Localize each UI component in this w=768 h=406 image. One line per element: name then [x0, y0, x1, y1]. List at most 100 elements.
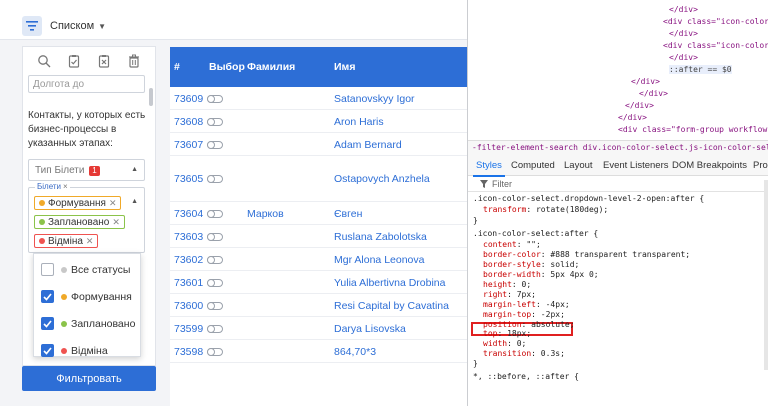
row-name-link[interactable]: Yulia Albertivna Drobina	[334, 277, 446, 289]
row-id-link[interactable]: 73604	[174, 208, 203, 220]
selected-stages-box[interactable]: ▲ Формування ✕ Заплановано ✕ Відміна ✕	[28, 187, 145, 253]
row-id-link[interactable]: 73608	[174, 116, 203, 128]
status-option-formuvannia[interactable]: Формування	[34, 285, 140, 308]
dom-breadcrumb[interactable]: -filter-element-search div.icon-color-se…	[468, 140, 768, 154]
search-icon[interactable]	[37, 54, 51, 68]
row-name-link[interactable]: Євген	[334, 208, 362, 220]
css-line[interactable]: transition: 0.3s;	[483, 349, 565, 358]
dom-node-line[interactable]: ::after == $0	[669, 65, 732, 74]
table-row[interactable]: 73600 Resi Capital by Cavatina	[170, 294, 470, 317]
checkbox-checked[interactable]	[41, 317, 54, 330]
row-name-link[interactable]: Ostapovych Anzhela	[334, 173, 430, 185]
column-header-name[interactable]: Имя	[334, 61, 355, 73]
css-line[interactable]: margin-top: -2px;	[483, 310, 565, 319]
css-line[interactable]: .icon-color-select.dropdown-level-2-open…	[473, 194, 704, 203]
row-name-link[interactable]: Mgr Alona Leonova	[334, 254, 424, 266]
select-toggle[interactable]	[207, 348, 223, 356]
select-toggle[interactable]	[207, 233, 223, 241]
clear-icon[interactable]: ×	[63, 182, 68, 191]
select-toggle[interactable]	[207, 118, 223, 126]
dom-node-line[interactable]: </div>	[631, 77, 660, 86]
checkbox-checked[interactable]	[41, 344, 54, 357]
dom-node-line[interactable]: <div class="icon-color-select	[663, 41, 768, 50]
row-name-link[interactable]: Ruslana Zabolotska	[334, 231, 427, 243]
row-id-link[interactable]: 73600	[174, 300, 203, 312]
dom-node-line[interactable]: </div>	[625, 101, 654, 110]
table-row[interactable]: 73609 Satanovskyy Igor	[170, 87, 470, 110]
row-name-link[interactable]: Aron Haris	[334, 116, 384, 128]
table-row[interactable]: 73602 Mgr Alona Leonova	[170, 248, 470, 271]
tab-layout[interactable]: Layout	[564, 160, 593, 171]
css-declaration-top-highlighted[interactable]: top: 18px;	[483, 329, 531, 338]
row-id-link[interactable]: 73602	[174, 254, 203, 266]
css-line[interactable]: border-color: #888 transparent transpare…	[483, 250, 690, 259]
css-line[interactable]: width: 0;	[483, 339, 526, 348]
row-id-link[interactable]: 73607	[174, 139, 203, 151]
filter-toggle-button[interactable]	[22, 16, 42, 36]
row-id-link[interactable]: 73599	[174, 323, 203, 335]
ticket-type-select[interactable]: Тип Білети 1 ▲	[28, 159, 145, 181]
select-toggle[interactable]	[207, 175, 223, 183]
row-name-link[interactable]: 864,70*3	[334, 346, 376, 358]
tab-dom-breakpoints[interactable]: DOM Breakpoints	[672, 160, 747, 171]
clipboard-remove-icon[interactable]	[97, 54, 111, 68]
dom-node-line[interactable]: </div>	[669, 5, 698, 14]
column-header-id[interactable]: #	[174, 61, 180, 73]
dom-node-line[interactable]: <div class="icon-color-select	[663, 17, 768, 26]
remove-tag-icon[interactable]: ✕	[86, 236, 94, 247]
dom-node-line[interactable]: </div>	[669, 29, 698, 38]
css-line[interactable]: content: "";	[483, 240, 541, 249]
css-line[interactable]: height: 0;	[483, 280, 531, 289]
panel-scrollbar[interactable]	[149, 88, 153, 106]
css-line[interactable]: position: absolute;	[483, 320, 575, 329]
table-row[interactable]: 73605 Ostapovych Anzhela	[170, 156, 470, 202]
styles-filter[interactable]: Filter	[468, 176, 768, 192]
css-line[interactable]: }	[473, 359, 478, 368]
table-row[interactable]: 73608 Aron Haris	[170, 110, 470, 133]
tab-computed[interactable]: Computed	[511, 160, 555, 171]
remove-tag-icon[interactable]: ✕	[109, 198, 117, 209]
row-id-link[interactable]: 73603	[174, 231, 203, 243]
css-line[interactable]: border-style: solid;	[483, 260, 579, 269]
row-id-link[interactable]: 73601	[174, 277, 203, 289]
row-id-link[interactable]: 73609	[174, 93, 203, 105]
css-line[interactable]: border-width: 5px 4px 0;	[483, 270, 599, 279]
checkbox[interactable]	[41, 263, 54, 276]
stage-tag[interactable]: Відміна ✕	[34, 234, 99, 248]
row-name-link[interactable]: Resi Capital by Cavatina	[334, 300, 449, 312]
stage-tag[interactable]: Формування ✕	[34, 196, 122, 210]
select-toggle[interactable]	[207, 141, 223, 149]
dom-node-line[interactable]: <div class="form-group workflow-	[618, 125, 768, 134]
row-name-link[interactable]: Adam Bernard	[334, 139, 402, 151]
row-name-link[interactable]: Satanovskyy Igor	[334, 93, 415, 105]
css-line[interactable]: .icon-color-select:after {	[473, 229, 598, 238]
status-option-vidmina[interactable]: Відміна	[34, 339, 140, 362]
column-header-surname[interactable]: Фамилия	[247, 61, 295, 73]
table-row[interactable]: 73601 Yulia Albertivna Drobina	[170, 271, 470, 294]
tab-event-listeners[interactable]: Event Listeners	[603, 160, 668, 171]
row-surname-link[interactable]: Марков	[247, 208, 284, 220]
select-toggle[interactable]	[207, 302, 223, 310]
column-header-choice[interactable]: Выбор	[209, 61, 245, 73]
view-mode-select[interactable]: Списком ▼	[50, 20, 106, 32]
table-row[interactable]: 73598 864,70*3	[170, 340, 470, 363]
dom-node-line[interactable]: </div>	[669, 53, 698, 62]
table-row[interactable]: 73599 Darya Lisovska	[170, 317, 470, 340]
trash-icon[interactable]	[127, 54, 141, 68]
tab-styles[interactable]: Styles	[473, 160, 505, 177]
row-name-link[interactable]: Darya Lisovska	[334, 323, 406, 335]
dom-node-line[interactable]: </div>	[618, 113, 647, 122]
row-id-link[interactable]: 73605	[174, 173, 203, 185]
table-row[interactable]: 73603 Ruslana Zabolotska	[170, 225, 470, 248]
dom-node-line[interactable]: </div>	[639, 89, 668, 98]
status-option-zaplanovano[interactable]: Заплановано	[34, 312, 140, 335]
css-line[interactable]: margin-left: -4px;	[483, 300, 570, 309]
select-toggle[interactable]	[207, 279, 223, 287]
select-toggle[interactable]	[207, 325, 223, 333]
date-to-field[interactable]: Долгота до	[28, 75, 145, 93]
stage-tag[interactable]: Заплановано ✕	[34, 215, 125, 229]
status-option-all[interactable]: Все статусы	[34, 258, 140, 281]
css-line[interactable]: right: 7px;	[483, 290, 536, 299]
table-row[interactable]: 73604 Марков Євген	[170, 202, 470, 225]
devtools-scrollbar[interactable]	[764, 180, 768, 370]
